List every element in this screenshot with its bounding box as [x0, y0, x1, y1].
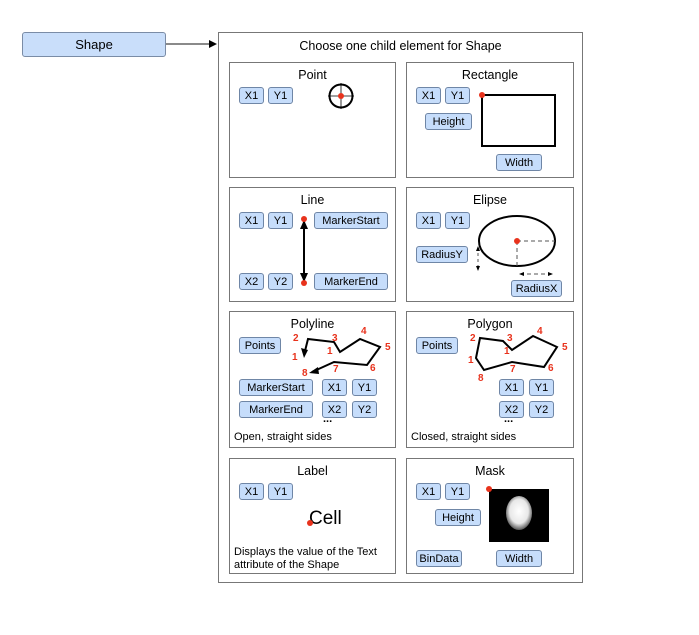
vertex-label: 6	[370, 363, 376, 374]
chip-marker-end[interactable]: MarkerEnd	[239, 401, 313, 418]
chip-radius-y[interactable]: RadiusY	[416, 246, 468, 263]
panel-note: Open, straight sides	[234, 431, 332, 443]
chip-height[interactable]: Height	[435, 509, 481, 526]
panel-label[interactable]: Label X1 Y1 Cell Displays the value of t…	[229, 458, 396, 574]
vertex-label: 1	[468, 355, 474, 366]
mask-image-icon	[486, 486, 549, 542]
chip-x1[interactable]: X1	[239, 483, 264, 500]
ellipsis: ...	[323, 413, 333, 425]
chip-marker-start[interactable]: MarkerStart	[239, 379, 313, 396]
chip-y2[interactable]: Y2	[529, 401, 554, 418]
panel-point[interactable]: Point X1 Y1	[229, 62, 396, 178]
ellipse-shape-icon	[476, 215, 556, 276]
panel-title: Elipse	[472, 193, 508, 207]
chip-marker-end[interactable]: MarkerEnd	[314, 273, 388, 290]
chip-width[interactable]: Width	[496, 154, 542, 171]
ellipsis: ...	[504, 413, 514, 425]
vertex-label: 6	[548, 363, 554, 374]
chip-y1[interactable]: Y1	[529, 379, 554, 396]
chip-marker-start[interactable]: MarkerStart	[314, 212, 388, 229]
vertex-label: 1	[327, 346, 333, 357]
panel-polygon[interactable]: Polygon Points 1 2 3 1 4 5 6 7 8 X1 Y1 X…	[406, 311, 574, 448]
panel-ellipse[interactable]: Elipse X1 Y1 RadiusY RadiusX	[406, 187, 574, 302]
vertex-label: 4	[361, 326, 367, 337]
chip-x1[interactable]: X1	[416, 212, 441, 229]
chip-y1[interactable]: Y1	[268, 212, 293, 229]
double-arrow-line-icon	[300, 216, 308, 286]
vertex-label: 7	[510, 364, 516, 375]
chip-x1[interactable]: X1	[239, 87, 264, 104]
vertex-label: 2	[470, 333, 476, 344]
vertex-label: 5	[562, 342, 568, 353]
vertex-label: 5	[385, 342, 391, 353]
chip-x1[interactable]: X1	[322, 379, 347, 396]
chip-bindata[interactable]: BinData	[416, 550, 462, 567]
label-anchor-dot	[307, 520, 313, 526]
vertex-label: 8	[478, 373, 484, 384]
panel-note: Closed, straight sides	[411, 431, 517, 443]
panel-title: Mask	[475, 464, 505, 478]
panel-note-line1: Displays the value of the Text	[234, 546, 377, 558]
chip-y1[interactable]: Y1	[268, 483, 293, 500]
panel-polyline[interactable]: Polyline Points 1 2 3 1 4 5 6 7 8 Marker…	[229, 311, 396, 448]
vertex-label: 3	[507, 333, 513, 344]
panel-note-line2: attribute of the Shape	[234, 559, 340, 571]
panel-title: Line	[300, 193, 325, 207]
chip-y1[interactable]: Y1	[445, 483, 470, 500]
vertex-label: 8	[302, 368, 308, 379]
chip-height[interactable]: Height	[425, 113, 472, 130]
vertex-label: 1	[504, 346, 510, 357]
panel-title: Label	[297, 464, 328, 478]
chip-x1[interactable]: X1	[416, 483, 441, 500]
panel-title: Point	[298, 68, 327, 82]
rectangle-shape-icon	[479, 92, 556, 147]
vertex-label: 3	[332, 333, 338, 344]
vertex-label: 7	[333, 364, 339, 375]
panel-mask[interactable]: Mask X1 Y1 Height BinData Width	[406, 458, 574, 574]
chip-y1[interactable]: Y1	[445, 87, 470, 104]
panel-title: Rectangle	[461, 68, 519, 82]
chip-y1[interactable]: Y1	[268, 87, 293, 104]
vertex-label: 2	[293, 333, 299, 344]
chip-x1[interactable]: X1	[499, 379, 524, 396]
container-title: Choose one child element for Shape	[299, 39, 502, 53]
chip-y2[interactable]: Y2	[268, 273, 293, 290]
chip-x1[interactable]: X1	[239, 212, 264, 229]
panel-line[interactable]: Line X1 Y1 MarkerStart X2 Y2 MarkerEnd	[229, 187, 396, 302]
vertex-label: 4	[537, 326, 543, 337]
chip-y1[interactable]: Y1	[352, 379, 377, 396]
panel-rectangle[interactable]: Rectangle X1 Y1 Height Width	[406, 62, 574, 178]
point-crosshair-icon	[328, 83, 354, 109]
chip-x2[interactable]: X2	[239, 273, 264, 290]
chip-x1[interactable]: X1	[416, 87, 441, 104]
chip-y2[interactable]: Y2	[352, 401, 377, 418]
vertex-label: 1	[292, 352, 298, 363]
chip-width[interactable]: Width	[496, 550, 542, 567]
